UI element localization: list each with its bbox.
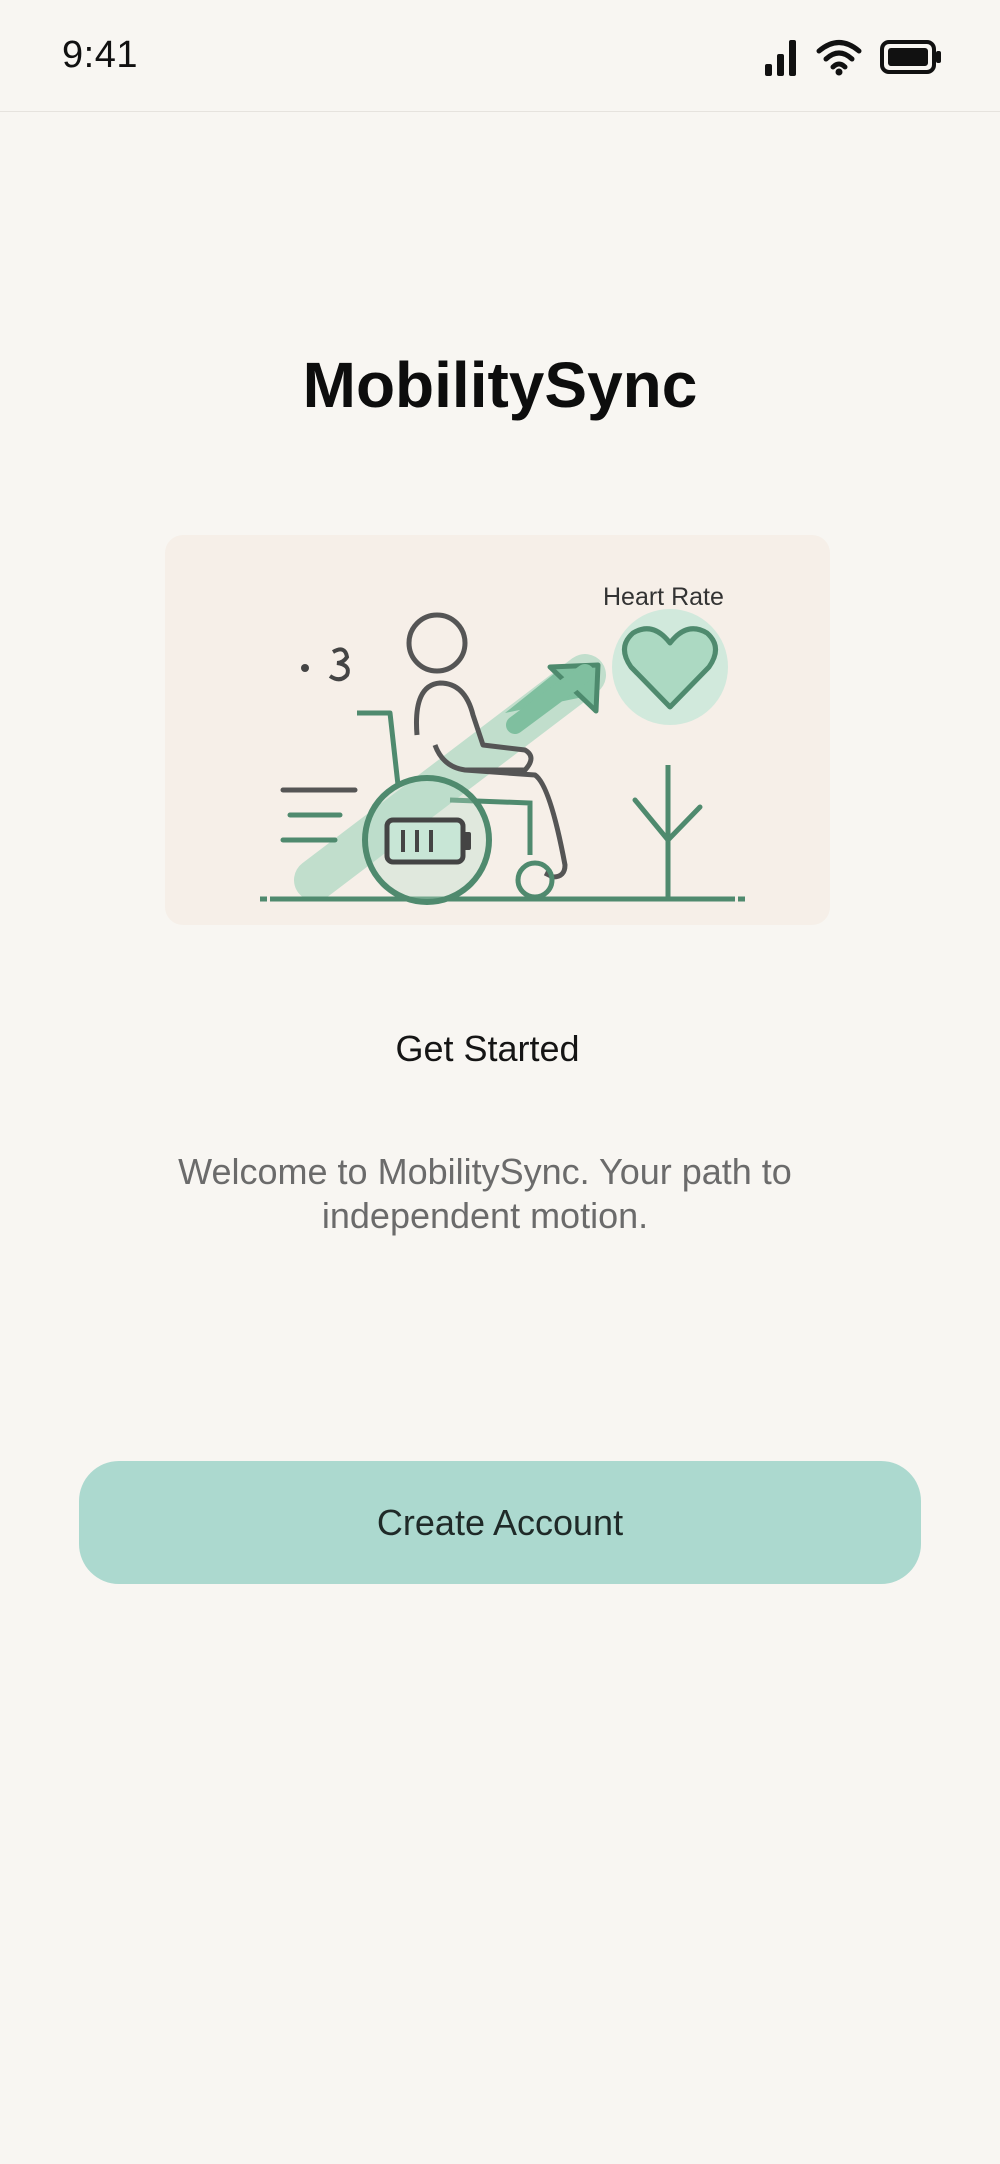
- get-started-heading: Get Started: [395, 1028, 580, 1069]
- wheelchair-user-icon: [260, 609, 745, 905]
- create-account-button[interactable]: Create Account: [79, 1461, 921, 1584]
- welcome-description: Welcome to MobilitySync. Your path to in…: [178, 1151, 792, 1236]
- hero-illustration: Heart Rate: [165, 535, 830, 925]
- battery-icon: [384, 817, 466, 865]
- heart-rate-label: Heart Rate: [603, 583, 724, 611]
- status-icons: [764, 36, 942, 78]
- status-time: 9:41: [62, 34, 138, 76]
- cellular-signal-icon: [764, 36, 798, 78]
- battery-icon: [880, 39, 942, 75]
- wifi-icon: [816, 38, 862, 76]
- app-title: MobilitySync: [302, 349, 698, 421]
- status-bar: 9:41: [0, 0, 1000, 112]
